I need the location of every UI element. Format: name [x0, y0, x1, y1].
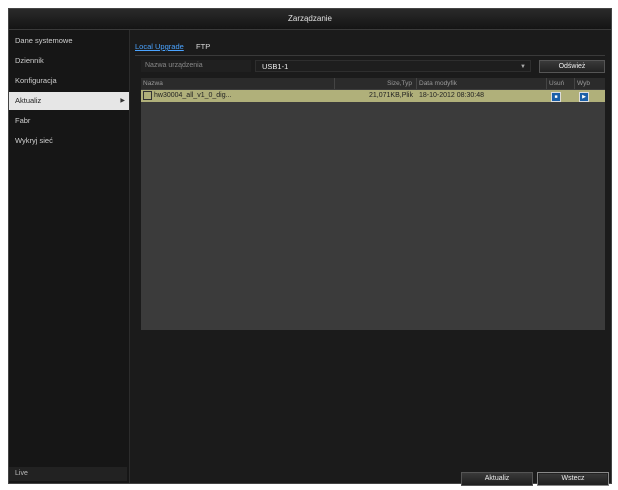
tab-ftp[interactable]: FTP	[196, 42, 210, 51]
sidebar-item-configuration[interactable]: Konfiguracja	[9, 72, 129, 90]
chevron-right-icon: ▶	[120, 98, 125, 104]
update-button[interactable]: Aktualiz	[461, 472, 533, 486]
column-header-select: Wyb	[577, 80, 590, 87]
column-header-size: Size,Typ	[335, 78, 417, 89]
sidebar: Dane systemowe Dziennik Konfiguracja Akt…	[9, 30, 130, 483]
sidebar-item-log[interactable]: Dziennik	[9, 52, 129, 70]
delete-icon[interactable]: ■	[551, 92, 561, 102]
file-icon	[143, 90, 152, 100]
sidebar-item-system-info[interactable]: Dane systemowe	[9, 32, 129, 50]
table-row[interactable]: hw30004_all_v1_0_dig... 21,071KB,Plik 18…	[141, 90, 605, 102]
main-panel: Local Upgrade FTP Nazwa urządzenia USB1-…	[131, 30, 611, 486]
device-select-value: USB1-1	[262, 62, 289, 71]
exit-button[interactable]: Wstecz	[537, 472, 609, 486]
tab-divider	[135, 55, 605, 56]
device-name-label: Nazwa urządzenia	[141, 60, 251, 72]
chevron-down-icon: ▼	[520, 64, 526, 70]
file-date: 18-10-2012 08:30:48	[419, 92, 484, 99]
sidebar-item-network-detect[interactable]: Wykryj sieć	[9, 132, 129, 150]
column-header-name: Nazwa	[141, 78, 335, 89]
refresh-button[interactable]: Odśwież	[539, 60, 605, 73]
column-header-date: Data modyfik	[417, 78, 547, 89]
device-row: Nazwa urządzenia USB1-1 ▼	[141, 60, 531, 72]
sidebar-item-label: Dziennik	[15, 56, 44, 65]
tab-local-upgrade[interactable]: Local Upgrade	[135, 42, 184, 51]
live-view-button[interactable]: Live	[9, 467, 127, 481]
management-window: Zarządzanie Dane systemowe Dziennik Konf…	[8, 8, 612, 486]
file-name: hw30004_all_v1_0_dig...	[154, 92, 232, 99]
table-header: Nazwa Size,Typ Data modyfik Usuń Wyb	[141, 78, 605, 89]
sidebar-item-label: Fabr	[15, 116, 31, 125]
sidebar-item-label: Konfiguracja	[15, 76, 57, 85]
device-select[interactable]: USB1-1 ▼	[255, 60, 531, 72]
file-table: Nazwa Size,Typ Data modyfik Usuń Wyb hw3…	[141, 78, 605, 330]
window-title: Zarządzanie	[9, 9, 611, 30]
file-size: 21,071KB,Plik	[369, 92, 413, 99]
column-header-delete: Usuń	[547, 78, 575, 89]
sidebar-item-label: Wykryj sieć	[15, 136, 53, 145]
sidebar-item-label: Aktualiz	[15, 96, 42, 105]
sidebar-item-label: Dane systemowe	[15, 36, 73, 45]
file-name-cell: hw30004_all_v1_0_dig...	[141, 90, 335, 102]
sidebar-item-upgrade[interactable]: Aktualiz ▶	[9, 92, 129, 110]
tab-bar: Local Upgrade FTP	[135, 42, 220, 54]
play-icon[interactable]: ▶	[579, 92, 589, 102]
sidebar-item-factory-default[interactable]: Fabr	[9, 112, 129, 130]
